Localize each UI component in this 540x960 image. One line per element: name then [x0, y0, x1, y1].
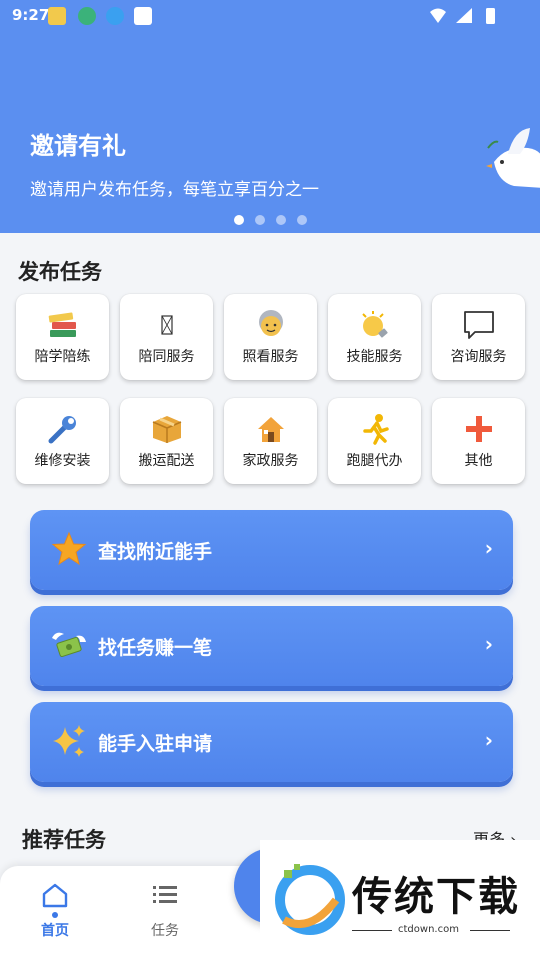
tile-other[interactable]: 其他	[432, 398, 525, 484]
watermark-logo	[275, 864, 345, 935]
watermark-divider	[470, 930, 510, 931]
wrench-icon	[16, 412, 109, 446]
action-label: 查找附近能手	[98, 541, 213, 563]
pager-dot[interactable]	[297, 215, 307, 225]
app-notification-icon	[48, 7, 66, 25]
action-label: 能手入驻申请	[98, 733, 213, 755]
find-nearby-experts-button[interactable]: 查找附近能手 ›	[30, 510, 513, 590]
tile-care[interactable]: 照看服务	[224, 294, 317, 380]
chevron-right-icon: ›	[484, 728, 493, 752]
nav-label: 任务	[151, 923, 179, 939]
runner-icon	[328, 412, 421, 446]
misc-notification-icon	[134, 7, 152, 25]
tile-label: 维修安装	[34, 453, 91, 469]
tile-label: 陪同服务	[138, 349, 195, 365]
banner-title: 邀请有礼	[30, 132, 126, 160]
tile-study[interactable]: 陪学陪练	[16, 294, 109, 380]
shield-notification-icon	[78, 7, 96, 25]
pager-dot[interactable]	[255, 215, 265, 225]
chevron-right-icon: ›	[484, 536, 493, 560]
tile-label: 家政服务	[242, 453, 299, 469]
chevron-right-icon: ›	[484, 632, 493, 656]
chat-bubble-icon	[432, 308, 525, 342]
tile-label: 技能服务	[346, 349, 403, 365]
banner-pager	[234, 210, 318, 229]
lightbulb-icon	[328, 308, 421, 342]
home-icon	[42, 883, 68, 908]
watermark-divider	[352, 930, 392, 931]
dove-icon	[486, 128, 540, 188]
status-bar: 9:27	[0, 0, 540, 32]
star-icon	[50, 530, 88, 568]
tile-label: 跑腿代办	[346, 453, 403, 469]
banner-subtitle: 邀请用户发布任务，每笔立享百分之一	[30, 180, 319, 200]
elder-icon	[224, 308, 317, 342]
find-tasks-earn-button[interactable]: 找任务赚一笔 ›	[30, 606, 513, 686]
flying-money-icon	[50, 626, 88, 664]
tile-skill[interactable]: 技能服务	[328, 294, 421, 380]
download-notification-icon	[106, 7, 124, 25]
sparkles-icon	[50, 722, 88, 760]
battery-icon	[486, 8, 495, 24]
tile-label: 咨询服务	[450, 349, 507, 365]
tile-label: 照看服务	[242, 349, 299, 365]
house-icon	[224, 412, 317, 446]
pager-dot[interactable]	[276, 215, 286, 225]
tile-label: 陪学陪练	[34, 349, 91, 365]
tile-moving[interactable]: 搬运配送	[120, 398, 213, 484]
tile-label: 其他	[464, 453, 493, 469]
pager-dot[interactable]	[234, 215, 244, 225]
active-indicator-dot	[52, 912, 58, 918]
tile-repair[interactable]: 维修安装	[16, 398, 109, 484]
plus-icon	[432, 412, 525, 446]
expert-application-button[interactable]: 能手入驻申请 ›	[30, 702, 513, 782]
publish-section-title: 发布任务	[18, 260, 102, 284]
tile-label: 搬运配送	[138, 453, 195, 469]
tile-errand[interactable]: 跑腿代办	[328, 398, 421, 484]
nav-tasks[interactable]: 任务	[135, 882, 195, 940]
tile-consult[interactable]: 咨询服务	[432, 294, 525, 380]
system-icons	[428, 7, 508, 29]
watermark-text: 传统下载	[352, 874, 520, 920]
watermark: 传统下载 ctdown.com	[260, 840, 540, 960]
list-icon	[153, 886, 177, 903]
nav-home[interactable]: 首页	[25, 882, 85, 940]
action-label: 找任务赚一笔	[98, 637, 213, 659]
package-icon	[120, 412, 213, 446]
books-icon	[16, 308, 109, 342]
placeholder-glyph-icon	[120, 308, 213, 342]
watermark-url: ctdown.com	[398, 924, 459, 935]
signal-icon	[456, 8, 472, 23]
wifi-icon	[430, 8, 446, 23]
tile-accompany[interactable]: 陪同服务	[120, 294, 213, 380]
invite-banner[interactable]: 邀请有礼 邀请用户发布任务，每笔立享百分之一	[0, 32, 540, 233]
status-time: 9:27	[12, 6, 50, 24]
nav-label: 首页	[41, 923, 69, 939]
tile-housekeeping[interactable]: 家政服务	[224, 398, 317, 484]
recommend-section-title: 推荐任务	[22, 828, 106, 852]
